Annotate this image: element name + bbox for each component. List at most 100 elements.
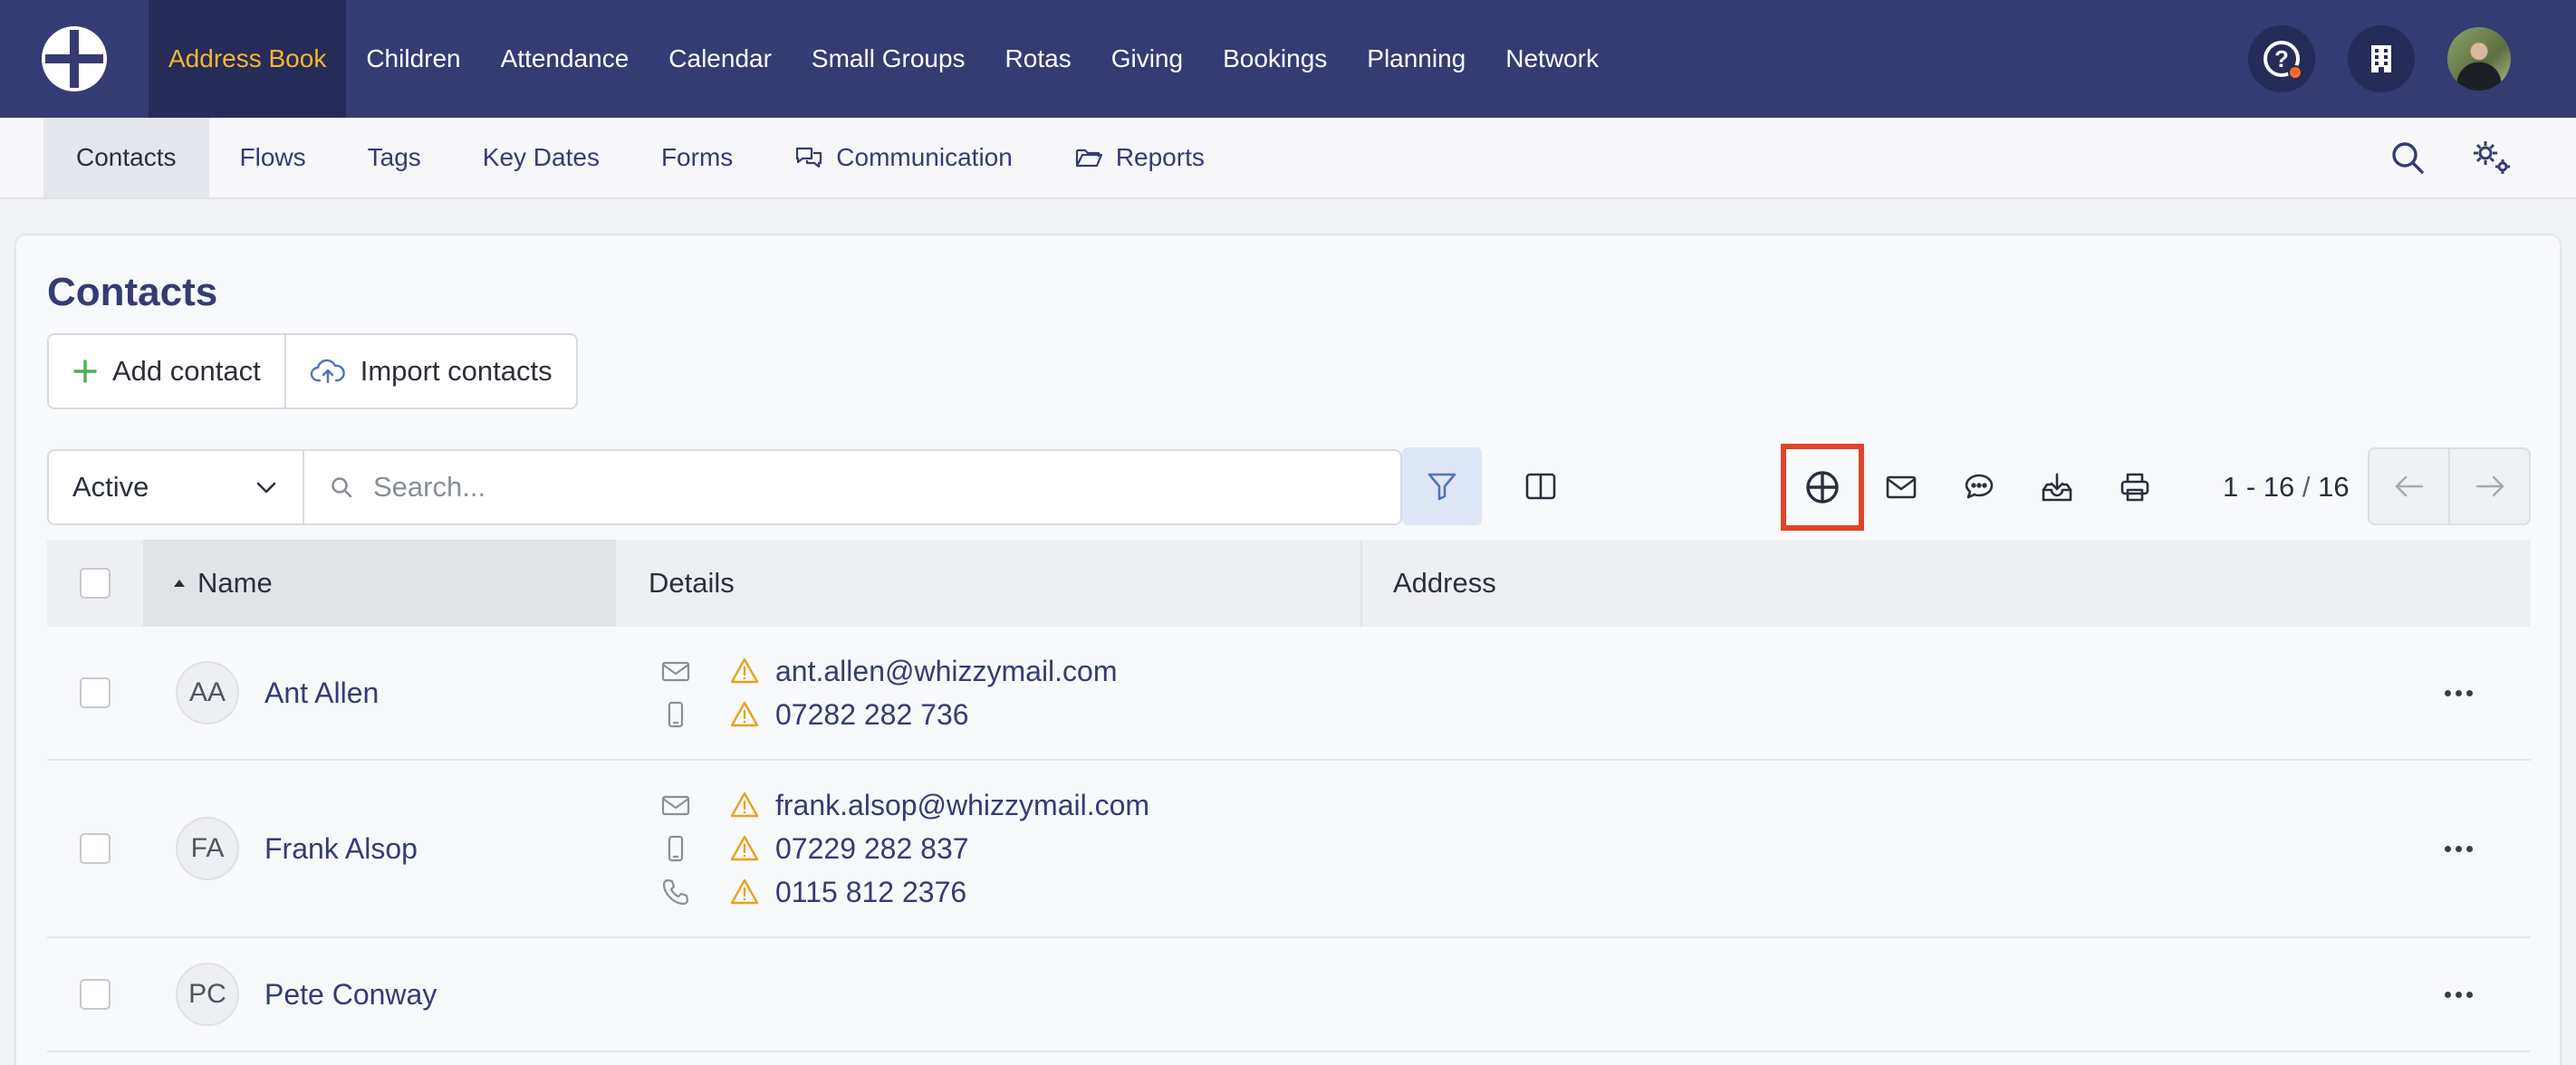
- row-checkbox[interactable]: [80, 979, 111, 1010]
- pagination-controls: [2368, 447, 2531, 525]
- settings-gears-icon[interactable]: [2471, 139, 2513, 177]
- sub-nav-tags[interactable]: Tags: [337, 118, 452, 197]
- warning-icon: [730, 701, 759, 727]
- top-nav-attendance[interactable]: Attendance: [481, 0, 649, 118]
- sub-nav-key-dates[interactable]: Key Dates: [452, 118, 630, 197]
- top-nav-children[interactable]: Children: [346, 0, 480, 118]
- top-nav-giving[interactable]: Giving: [1091, 0, 1203, 118]
- mobile-link[interactable]: 07229 282 837: [775, 832, 969, 866]
- warning-icon: [730, 792, 759, 818]
- row-actions-menu[interactable]: [2437, 675, 2480, 711]
- phone-link[interactable]: 0115 812 2376: [775, 876, 966, 909]
- mobile-phone-icon: [668, 701, 684, 728]
- email-link[interactable]: ant.allen@whizzymail.com: [775, 655, 1118, 688]
- folder-open-icon: [1075, 149, 1102, 168]
- row-checkbox[interactable]: [80, 677, 111, 708]
- top-nav-rotas[interactable]: Rotas: [985, 0, 1091, 118]
- details-column-header: Details: [616, 540, 1362, 627]
- table-row[interactable]: PC Pete Conway: [47, 938, 2531, 1052]
- contacts-table: Name Details Address AA Ant Allen ant.al…: [47, 540, 2531, 1052]
- sub-nav-contacts[interactable]: Contacts: [43, 118, 209, 197]
- columns-toggle-button[interactable]: [1502, 447, 1580, 525]
- sub-nav-flows[interactable]: Flows: [209, 118, 337, 197]
- top-nav-bookings[interactable]: Bookings: [1203, 0, 1347, 118]
- export-button[interactable]: [2018, 448, 2096, 526]
- sub-nav-forms-label: Forms: [660, 143, 734, 171]
- contact-name-link[interactable]: Pete Conway: [264, 978, 437, 1012]
- next-page-button[interactable]: [2448, 449, 2529, 523]
- contact-name-link[interactable]: Ant Allen: [264, 676, 379, 710]
- select-all-checkbox[interactable]: [80, 568, 111, 599]
- search-icon: [332, 477, 352, 498]
- top-navigation-bar: Address Book Children Attendance Calenda…: [0, 0, 2576, 118]
- add-contact-label: Add contact: [112, 355, 261, 387]
- search-input[interactable]: [373, 471, 1370, 504]
- sub-nav-communication-label: Communication: [836, 143, 1013, 171]
- sub-nav-forms[interactable]: Forms: [630, 118, 764, 197]
- building-icon: [2371, 45, 2391, 72]
- top-nav-calendar[interactable]: Calendar: [649, 0, 792, 118]
- top-nav-address-book[interactable]: Address Book: [149, 0, 347, 118]
- warning-icon: [730, 657, 759, 684]
- search-field[interactable]: [303, 449, 1402, 525]
- arrow-right-icon: [2475, 475, 2504, 497]
- bulk-action-toolbar: [1781, 444, 2174, 531]
- printer-icon: [2120, 473, 2149, 502]
- print-button[interactable]: [2096, 448, 2174, 526]
- name-column-header[interactable]: Name: [143, 540, 616, 627]
- download-tray-icon: [2042, 473, 2072, 502]
- user-avatar[interactable]: [2447, 27, 2511, 91]
- send-email-button[interactable]: [1862, 448, 1940, 526]
- email-link[interactable]: frank.alsop@whizzymail.com: [775, 789, 1149, 822]
- chat-bubbles-icon: [796, 147, 822, 168]
- organisation-button[interactable]: [2348, 25, 2415, 92]
- cloud-upload-icon: [310, 359, 345, 384]
- envelope-icon: [1886, 475, 1917, 499]
- pagination-range: 1 - 16: [2223, 471, 2295, 503]
- import-contacts-label: Import contacts: [360, 355, 553, 387]
- status-filter-select[interactable]: Active: [47, 449, 304, 525]
- contacts-panel: Contacts Add contact Import contacts Act…: [14, 234, 2562, 1065]
- search-icon[interactable]: [2389, 139, 2426, 176]
- name-column-label: Name: [197, 567, 273, 599]
- row-actions-menu[interactable]: [2437, 830, 2480, 867]
- add-to-flow-button[interactable]: [1781, 444, 1864, 531]
- detail-email: ant.allen@whizzymail.com: [661, 649, 1362, 693]
- pagination-separator: /: [2294, 471, 2319, 503]
- contact-details: ant.allen@whizzymail.com 07282 282 736: [616, 649, 1362, 736]
- table-row[interactable]: FA Frank Alsop frank.alsop@whizzymail.co…: [47, 761, 2531, 938]
- help-button[interactable]: ?: [2248, 25, 2315, 92]
- pagination-summary: 1 - 16 / 16: [2223, 449, 2350, 525]
- filter-button[interactable]: [1402, 447, 1482, 525]
- top-nav-small-groups[interactable]: Small Groups: [792, 0, 985, 118]
- contact-name-link[interactable]: Frank Alsop: [264, 832, 418, 866]
- speech-bubble-icon: [1965, 474, 1994, 499]
- sub-nav-tags-label: Tags: [367, 143, 421, 171]
- previous-page-button[interactable]: [2369, 449, 2448, 523]
- top-right-actions: ?: [2248, 0, 2576, 118]
- avatar: FA: [176, 817, 239, 880]
- row-actions-menu[interactable]: [2437, 976, 2480, 1012]
- table-header: Name Details Address: [47, 540, 2531, 627]
- envelope-icon: [661, 661, 690, 682]
- add-contact-button[interactable]: Add contact: [49, 335, 284, 408]
- app-logo[interactable]: [0, 0, 149, 118]
- table-row[interactable]: AA Ant Allen ant.allen@whizzymail.com 07…: [47, 627, 2531, 761]
- columns-icon: [1525, 473, 1556, 500]
- top-nav-planning[interactable]: Planning: [1347, 0, 1485, 118]
- sub-nav-communication[interactable]: Communication: [764, 118, 1043, 197]
- import-contacts-button[interactable]: Import contacts: [284, 335, 576, 408]
- sub-nav-reports[interactable]: Reports: [1043, 118, 1235, 197]
- mobile-link[interactable]: 07282 282 736: [775, 698, 969, 732]
- detail-phone: 0115 812 2376: [661, 870, 1362, 914]
- top-nav-menu: Address Book Children Attendance Calenda…: [149, 0, 1619, 118]
- sub-nav-menu: Contacts Flows Tags Key Dates Forms Comm…: [43, 118, 1235, 197]
- detail-mobile: 07282 282 736: [661, 693, 1362, 736]
- filter-funnel-icon: [1427, 473, 1456, 501]
- row-checkbox[interactable]: [80, 833, 111, 864]
- sub-nav-key-dates-label: Key Dates: [482, 143, 600, 171]
- envelope-icon: [661, 795, 690, 816]
- address-column-header: Address: [1393, 567, 1496, 599]
- top-nav-network[interactable]: Network: [1485, 0, 1619, 118]
- send-sms-button[interactable]: [1940, 448, 2018, 526]
